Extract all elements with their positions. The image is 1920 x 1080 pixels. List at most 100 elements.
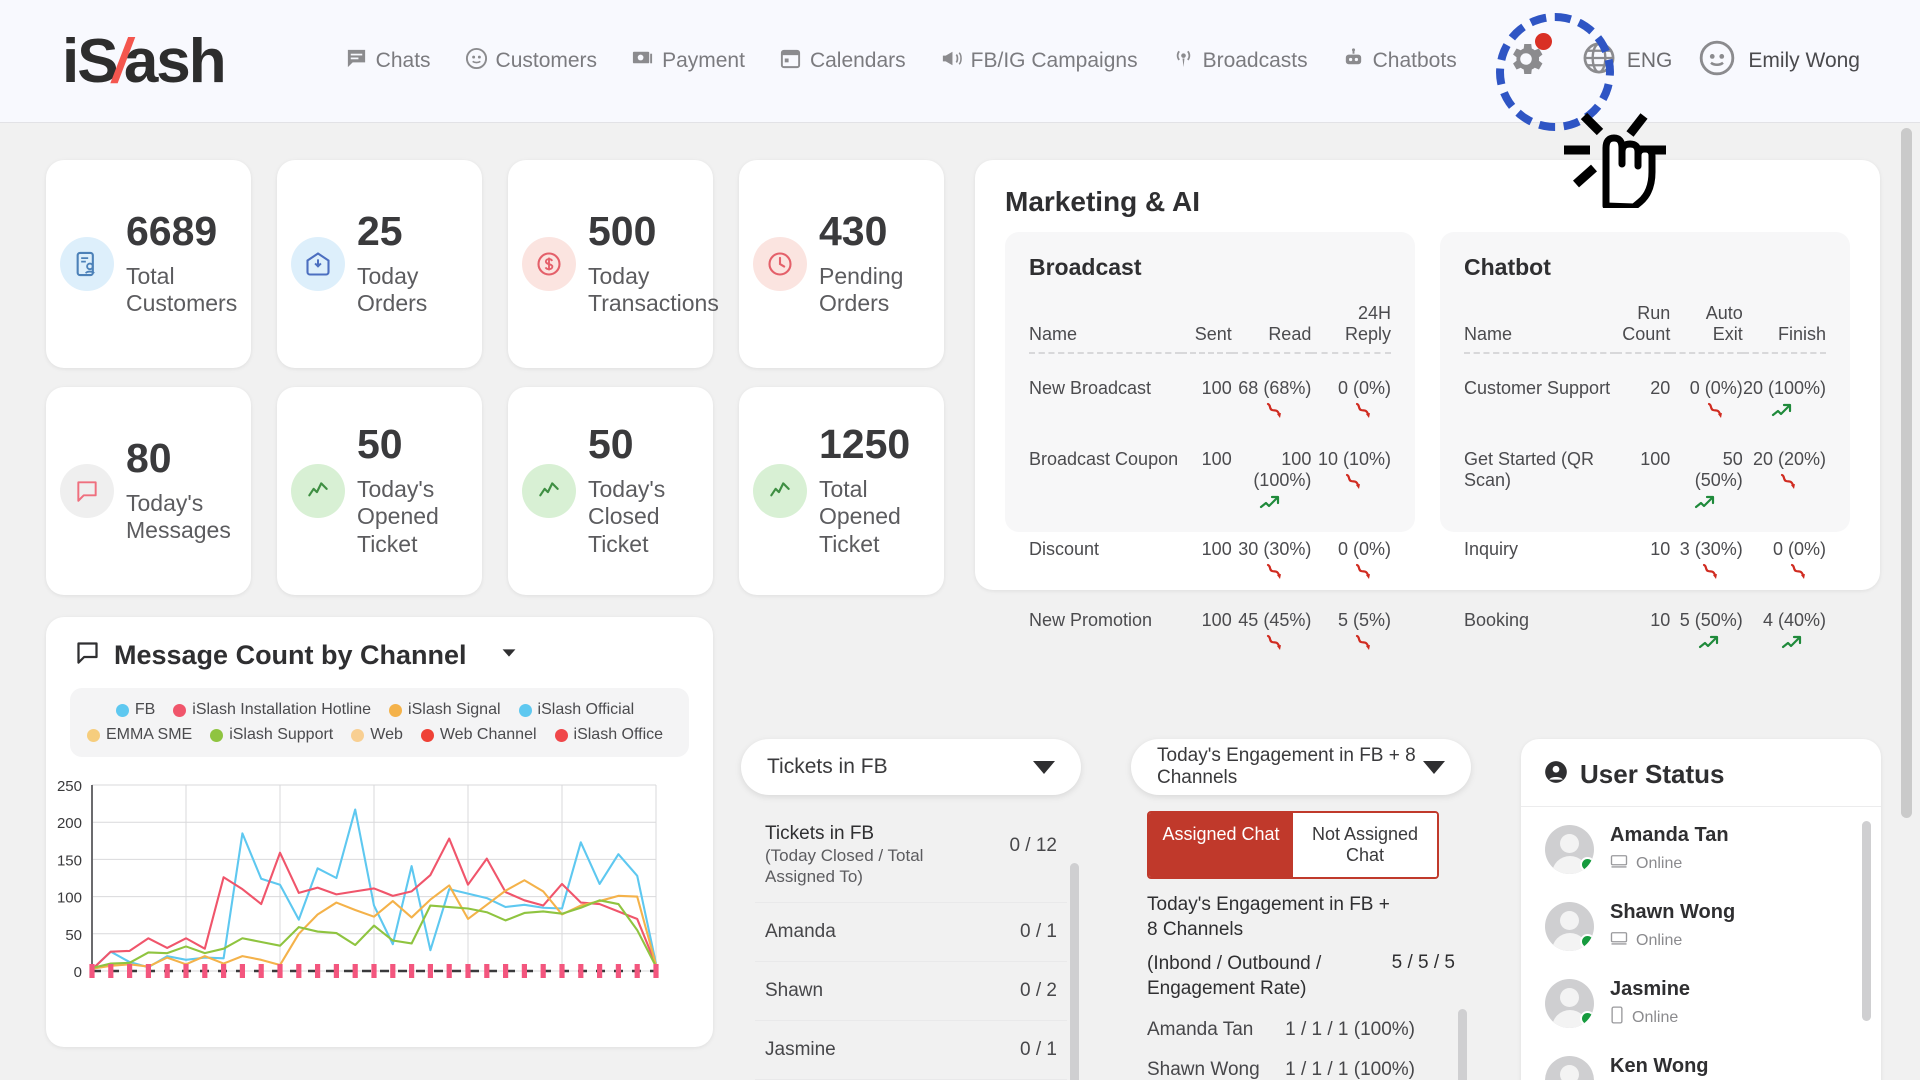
table-row[interactable]: New Promotion10045 (45%)5 (5%) xyxy=(1029,586,1391,657)
trend-down-icon xyxy=(1338,402,1391,422)
legend-item[interactable]: iSlash Support xyxy=(210,726,333,744)
list-item[interactable]: Shawn WongOnline xyxy=(1521,888,1881,965)
legend-item[interactable]: EMMA SME xyxy=(87,726,192,744)
tickets-panel: Tickets in FB Tickets in FB (Today Close… xyxy=(741,739,1081,1080)
engagement-scrollbar[interactable] xyxy=(1458,1009,1467,1080)
table-row[interactable]: Discount10030 (30%)0 (0%) xyxy=(1029,515,1391,586)
list-item[interactable]: Shawn Wong1 / 1 / 1 (100%) xyxy=(1147,1050,1455,1080)
table-row[interactable]: Booking105 (50%)4 (40%) xyxy=(1464,586,1826,655)
dashboard-main: 6689 Total Customers 25 Today Orders 500… xyxy=(0,122,1920,1080)
trend-down-icon xyxy=(1773,563,1826,583)
tickets-dropdown[interactable]: Tickets in FB xyxy=(741,739,1081,795)
user-menu[interactable]: Emily Wong xyxy=(1698,39,1860,83)
message-icon xyxy=(60,464,114,518)
legend-label: iSlash Signal xyxy=(408,701,501,719)
user-status-text: Online xyxy=(1610,852,1729,875)
table-row[interactable]: New Broadcast10068 (68%)0 (0%) xyxy=(1029,353,1391,425)
list-item[interactable]: Amanda TanOnline xyxy=(1521,811,1881,888)
avatar xyxy=(1545,902,1594,951)
kpi-card-total-opened-ticket[interactable]: 1250 Total Opened Ticket xyxy=(739,387,944,595)
trend-down-icon xyxy=(1338,634,1391,654)
kpi-card-pending-orders[interactable]: 430 Pending Orders xyxy=(739,160,944,368)
dollar-icon xyxy=(522,237,576,291)
customers-icon xyxy=(465,47,488,76)
cell-finish: 4 (40%) xyxy=(1743,586,1826,655)
list-item[interactable]: Shawn0 / 2 xyxy=(755,962,1067,1021)
language-selector[interactable]: ENG xyxy=(1581,40,1673,82)
kpi-card-todays-opened-ticket[interactable]: 50 Today's Opened Ticket xyxy=(277,387,482,595)
legend-color-dot xyxy=(421,729,434,742)
legend-item[interactable]: iSlash Official xyxy=(519,701,635,719)
message-icon xyxy=(74,639,101,671)
cell-sent: 100 xyxy=(1181,515,1232,586)
tickets-dropdown-label: Tickets in FB xyxy=(767,755,888,779)
kpi-card-todays-messages[interactable]: 80 Today's Messages xyxy=(46,387,251,595)
cell-name: Get Started (QR Scan) xyxy=(1464,425,1616,515)
nav-item-customers[interactable]: Customers xyxy=(465,47,598,76)
col-run-count: RunCount xyxy=(1616,303,1670,353)
engagement-dropdown[interactable]: Today's Engagement in FB + 8 Channels xyxy=(1131,739,1471,795)
list-item[interactable]: Amanda0 / 1 xyxy=(755,903,1067,962)
logo-part-1: iS xyxy=(62,26,117,97)
page-scrollbar[interactable] xyxy=(1901,128,1912,818)
engagement-agent: Shawn Wong xyxy=(1147,1059,1260,1080)
svg-text:0: 0 xyxy=(74,964,82,981)
avatar-icon xyxy=(1698,39,1736,83)
table-row[interactable]: Get Started (QR Scan)10050 (50%)20 (20%) xyxy=(1464,425,1826,515)
legend-item[interactable]: Web xyxy=(351,726,403,744)
user-status-scrollbar[interactable] xyxy=(1862,821,1871,1021)
trend-up-icon xyxy=(1680,634,1743,654)
cell-finish: 20 (100%) xyxy=(1743,353,1826,425)
nav-label: Payment xyxy=(662,49,745,73)
kpi-card-today-orders[interactable]: 25 Today Orders xyxy=(277,160,482,368)
legend-item[interactable]: iSlash Office xyxy=(555,726,664,744)
legend-color-dot xyxy=(210,729,223,742)
nav-item-calendars[interactable]: Calendars xyxy=(779,47,906,76)
engagement-panel: Today's Engagement in FB + 8 Channels As… xyxy=(1131,739,1471,1080)
svg-text:100: 100 xyxy=(57,890,82,907)
cell-name: Discount xyxy=(1029,515,1181,586)
kpi-card-today-transactions[interactable]: 500 Today Transactions xyxy=(508,160,713,368)
table-row[interactable]: Broadcast Coupon100100 (100%)10 (10%) xyxy=(1029,425,1391,515)
user-status-list: Amanda TanOnlineShawn WongOnlineJasmineO… xyxy=(1521,807,1881,1080)
cell-run-count: 100 xyxy=(1616,425,1670,515)
broadcast-subpanel: Broadcast Name Sent Read 24H Reply New B… xyxy=(1005,232,1415,532)
nav-item-chatbots[interactable]: Chatbots xyxy=(1342,47,1457,76)
kpi-value: 6689 xyxy=(126,211,251,252)
settings-button[interactable] xyxy=(1497,32,1555,90)
table-header-row: Name RunCount AutoExit Finish xyxy=(1464,303,1826,353)
legend-item[interactable]: Web Channel xyxy=(421,726,537,744)
table-row[interactable]: Inquiry103 (30%)0 (0%) xyxy=(1464,515,1826,586)
cell-reply: 0 (0%) xyxy=(1311,515,1391,586)
tab-not-assigned-chat[interactable]: Not Assigned Chat xyxy=(1293,813,1437,877)
kpi-value: 430 xyxy=(819,211,944,252)
nav-item-payment[interactable]: Payment xyxy=(631,47,745,76)
kpi-card-total-customers[interactable]: 6689 Total Customers xyxy=(46,160,251,368)
cell-name: Inquiry xyxy=(1464,515,1616,586)
legend-label: FB xyxy=(135,701,155,719)
list-item[interactable]: Amanda Tan1 / 1 / 1 (100%) xyxy=(1147,1010,1455,1050)
nav-item-fb-ig-campaigns[interactable]: FB/IG Campaigns xyxy=(940,47,1138,76)
list-item[interactable]: JasmineOnline xyxy=(1521,965,1881,1042)
presence-dot xyxy=(1580,934,1594,949)
legend-item[interactable]: iSlash Signal xyxy=(389,701,501,719)
chevron-down-icon[interactable] xyxy=(498,642,520,669)
broadcast-title: Broadcast xyxy=(1029,254,1391,281)
app-logo[interactable]: iS/ash xyxy=(62,26,225,97)
nav-item-chats[interactable]: Chats xyxy=(345,47,431,76)
list-item[interactable]: Jasmine0 / 1 xyxy=(755,1021,1067,1080)
tab-assigned-chat[interactable]: Assigned Chat xyxy=(1149,813,1293,877)
tickets-scrollbar[interactable] xyxy=(1070,863,1079,1080)
col-name: Name xyxy=(1464,303,1616,353)
kpi-card-todays-closed-ticket[interactable]: 50 Today's Closed Ticket xyxy=(508,387,713,595)
kpi-value: 80 xyxy=(126,438,251,479)
legend-item[interactable]: FB xyxy=(116,701,155,719)
nav-item-broadcasts[interactable]: Broadcasts xyxy=(1172,47,1308,76)
list-item[interactable]: Ken WongOnline xyxy=(1521,1042,1881,1080)
trend-down-icon xyxy=(1238,563,1311,583)
avatar xyxy=(1545,979,1594,1028)
table-row[interactable]: Customer Support200 (0%)20 (100%) xyxy=(1464,353,1826,425)
legend-item[interactable]: iSlash Installation Hotline xyxy=(173,701,371,719)
cell-name: New Broadcast xyxy=(1029,353,1181,425)
tickets-summary-title: Tickets in FB xyxy=(765,823,965,845)
